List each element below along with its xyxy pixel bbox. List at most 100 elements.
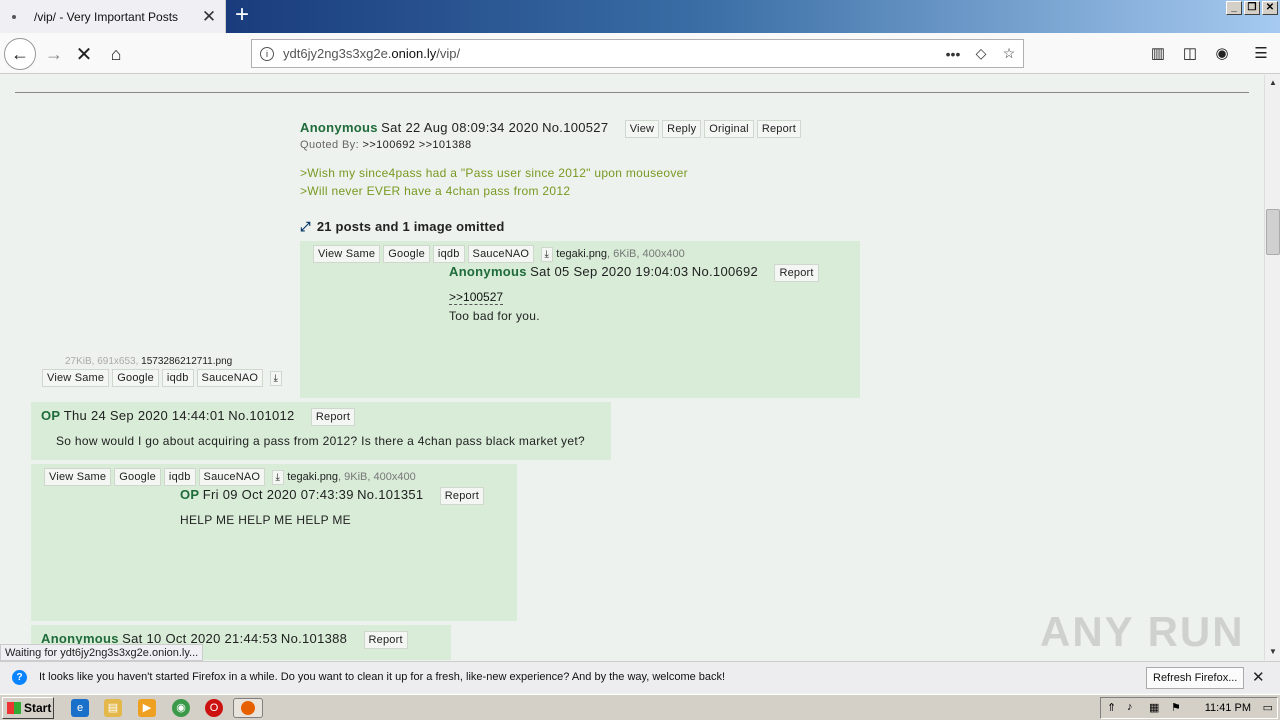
url-text[interactable]: ydt6jy2ng3s3xg2e.onion.ly/vip/	[283, 46, 939, 61]
chrome-icon[interactable]: ◉	[172, 699, 190, 717]
volume-icon[interactable]: ♪	[1127, 701, 1133, 713]
view-same-button[interactable]: View Same	[44, 468, 112, 486]
reply-button[interactable]: Reply	[662, 120, 702, 138]
quote-backlink[interactable]: >>101388	[419, 139, 472, 151]
download-icon[interactable]: ⤓	[271, 470, 284, 485]
reply-post: View Same Google iqdb SauceNAO ⤓ tegaki.png…	[31, 464, 517, 621]
scroll-up-icon[interactable]: ▲	[1265, 75, 1280, 91]
vertical-scrollbar[interactable]: ▲ ▼	[1264, 75, 1280, 660]
scroll-down-icon[interactable]: ▼	[1265, 644, 1280, 660]
post-header: Anonymous Sat 05 Sep 2020 19:04:03 No.10…	[449, 264, 819, 282]
flag-icon[interactable]: ⚑	[1171, 701, 1181, 714]
tab-close-icon[interactable]: ✕	[199, 7, 219, 27]
file-search-buttons: View Same Google iqdb SauceNAO ⤓ tegaki.png…	[310, 245, 685, 263]
show-desktop-icon[interactable]: ▭	[1263, 701, 1273, 714]
google-button[interactable]: Google	[114, 468, 161, 486]
post-number[interactable]: No.101012	[228, 408, 294, 423]
greentext-line: >Will never EVER have a 4chan pass from …	[300, 184, 571, 198]
poster-name: OP	[180, 487, 200, 502]
firefox-taskbar-button[interactable]	[233, 698, 263, 718]
quote-backlink[interactable]: >>100692	[363, 139, 416, 151]
home-button[interactable]: ⌂	[100, 38, 132, 70]
site-info-icon[interactable]: i	[260, 46, 274, 61]
post-number[interactable]: No.101388	[281, 631, 347, 646]
browser-tab[interactable]: /vip/ - Very Important Posts ✕	[0, 0, 226, 33]
view-same-button[interactable]: View Same	[42, 369, 110, 387]
file-search-buttons: View Same Google iqdb SauceNAO ⤓	[39, 369, 282, 387]
saucenao-button[interactable]: SauceNAO	[467, 245, 535, 263]
stop-button[interactable]: ✕	[68, 38, 100, 70]
close-window-button[interactable]: ✕	[1262, 1, 1278, 15]
bookmark-star-icon[interactable]: ☆	[995, 45, 1023, 62]
post-datetime: Sat 22 Aug 08:09:34 2020	[381, 120, 539, 135]
tray-expand-icon[interactable]: ⇑	[1107, 701, 1116, 714]
saucenao-button[interactable]: SauceNAO	[198, 468, 266, 486]
post-message: HELP ME HELP ME HELP ME	[180, 513, 351, 527]
close-notification-icon[interactable]: ✕	[1252, 668, 1265, 686]
account-icon[interactable]: ◉	[1207, 38, 1237, 68]
page-actions-icon[interactable]: •••	[939, 46, 967, 62]
sidebar-icon[interactable]: ◫	[1175, 38, 1205, 68]
start-button[interactable]: Start	[2, 697, 54, 719]
post-datetime: Thu 24 Sep 2020 14:44:01	[63, 408, 225, 423]
reply-post: View Same Google iqdb SauceNAO ⤓ tegaki.png…	[300, 241, 860, 398]
file-name-link[interactable]: 1573286212711.png	[141, 356, 232, 367]
navigation-toolbar: ← → ✕ ⌂ i ydt6jy2ng3s3xg2e.onion.ly/vip/…	[0, 33, 1280, 74]
menu-icon[interactable]: ☰	[1246, 38, 1276, 68]
report-button[interactable]: Report	[756, 120, 802, 138]
quote-link[interactable]: >>100527	[449, 290, 504, 305]
post-number[interactable]: No.101351	[357, 487, 423, 502]
windows-logo-icon	[7, 702, 21, 714]
iqdb-button[interactable]: iqdb	[161, 369, 194, 387]
file-name-link[interactable]: tegaki.png	[287, 471, 338, 483]
tab-loading-icon	[12, 14, 16, 19]
expand-icon[interactable]: ⤢	[300, 219, 313, 235]
post-message: So how would I go about acquiring a pass…	[56, 434, 585, 448]
watermark-logo: ANY RUN	[1040, 608, 1245, 655]
minimize-button[interactable]: _	[1226, 1, 1242, 15]
download-icon[interactable]: ⤓	[540, 247, 553, 262]
report-button[interactable]: Report	[439, 487, 484, 505]
saucenao-button[interactable]: SauceNAO	[196, 369, 264, 387]
file-search-buttons: View Same Google iqdb SauceNAO ⤓ tegaki.png…	[41, 468, 416, 486]
post-number[interactable]: No.100527	[542, 120, 608, 135]
back-button[interactable]: ←	[4, 38, 36, 70]
google-button[interactable]: Google	[383, 245, 430, 263]
google-button[interactable]: Google	[112, 369, 159, 387]
view-button[interactable]: View	[624, 120, 660, 138]
library-icon[interactable]: ▥	[1143, 38, 1173, 68]
reply-post: OP Thu 24 Sep 2020 14:44:01 No.101012 Re…	[31, 402, 611, 460]
report-button[interactable]: Report	[774, 264, 819, 282]
title-bar: /vip/ - Very Important Posts ✕ + _ ❐ ✕	[0, 0, 1280, 33]
explorer-icon[interactable]: ▤	[104, 699, 122, 717]
taskbar: Start e ▤ ▶ ◉ O ⇑ ♪ ▦ ⚑ 11:41 PM ▭	[0, 694, 1280, 720]
ie-icon[interactable]: e	[71, 699, 89, 717]
url-bar[interactable]: i ydt6jy2ng3s3xg2e.onion.ly/vip/ ••• ◇ ☆	[251, 39, 1024, 68]
opera-icon[interactable]: O	[205, 699, 223, 717]
post-header: OP Thu 24 Sep 2020 14:44:01 No.101012 Re…	[41, 408, 356, 426]
firefox-icon	[241, 701, 255, 715]
iqdb-button[interactable]: iqdb	[432, 245, 465, 263]
status-bar: Waiting for ydt6jy2ng3s3xg2e.onion.ly...	[0, 644, 204, 661]
poster-name: OP	[41, 408, 61, 423]
original-button[interactable]: Original	[704, 120, 754, 138]
network-icon[interactable]: ▦	[1149, 701, 1159, 714]
file-name-link[interactable]: tegaki.png	[556, 248, 607, 260]
post-number[interactable]: No.100692	[692, 264, 758, 279]
report-button[interactable]: Report	[310, 408, 356, 426]
media-player-icon[interactable]: ▶	[138, 699, 156, 717]
pocket-icon[interactable]: ◇	[967, 45, 995, 62]
divider	[15, 92, 1249, 93]
quoted-by: Quoted By: >>100692 >>101388	[300, 139, 472, 151]
poster-name: Anonymous	[300, 120, 378, 135]
omitted-posts[interactable]: ⤢ 21 posts and 1 image omitted	[300, 219, 504, 235]
restore-button[interactable]: ❐	[1244, 1, 1260, 15]
report-button[interactable]: Report	[363, 631, 408, 649]
view-same-button[interactable]: View Same	[313, 245, 381, 263]
refresh-firefox-button[interactable]: Refresh Firefox...	[1146, 667, 1245, 689]
iqdb-button[interactable]: iqdb	[163, 468, 196, 486]
forward-button[interactable]: →	[38, 38, 70, 70]
scroll-thumb[interactable]	[1266, 209, 1280, 255]
new-tab-button[interactable]: +	[229, 3, 255, 29]
download-icon[interactable]: ⤓	[269, 371, 282, 386]
